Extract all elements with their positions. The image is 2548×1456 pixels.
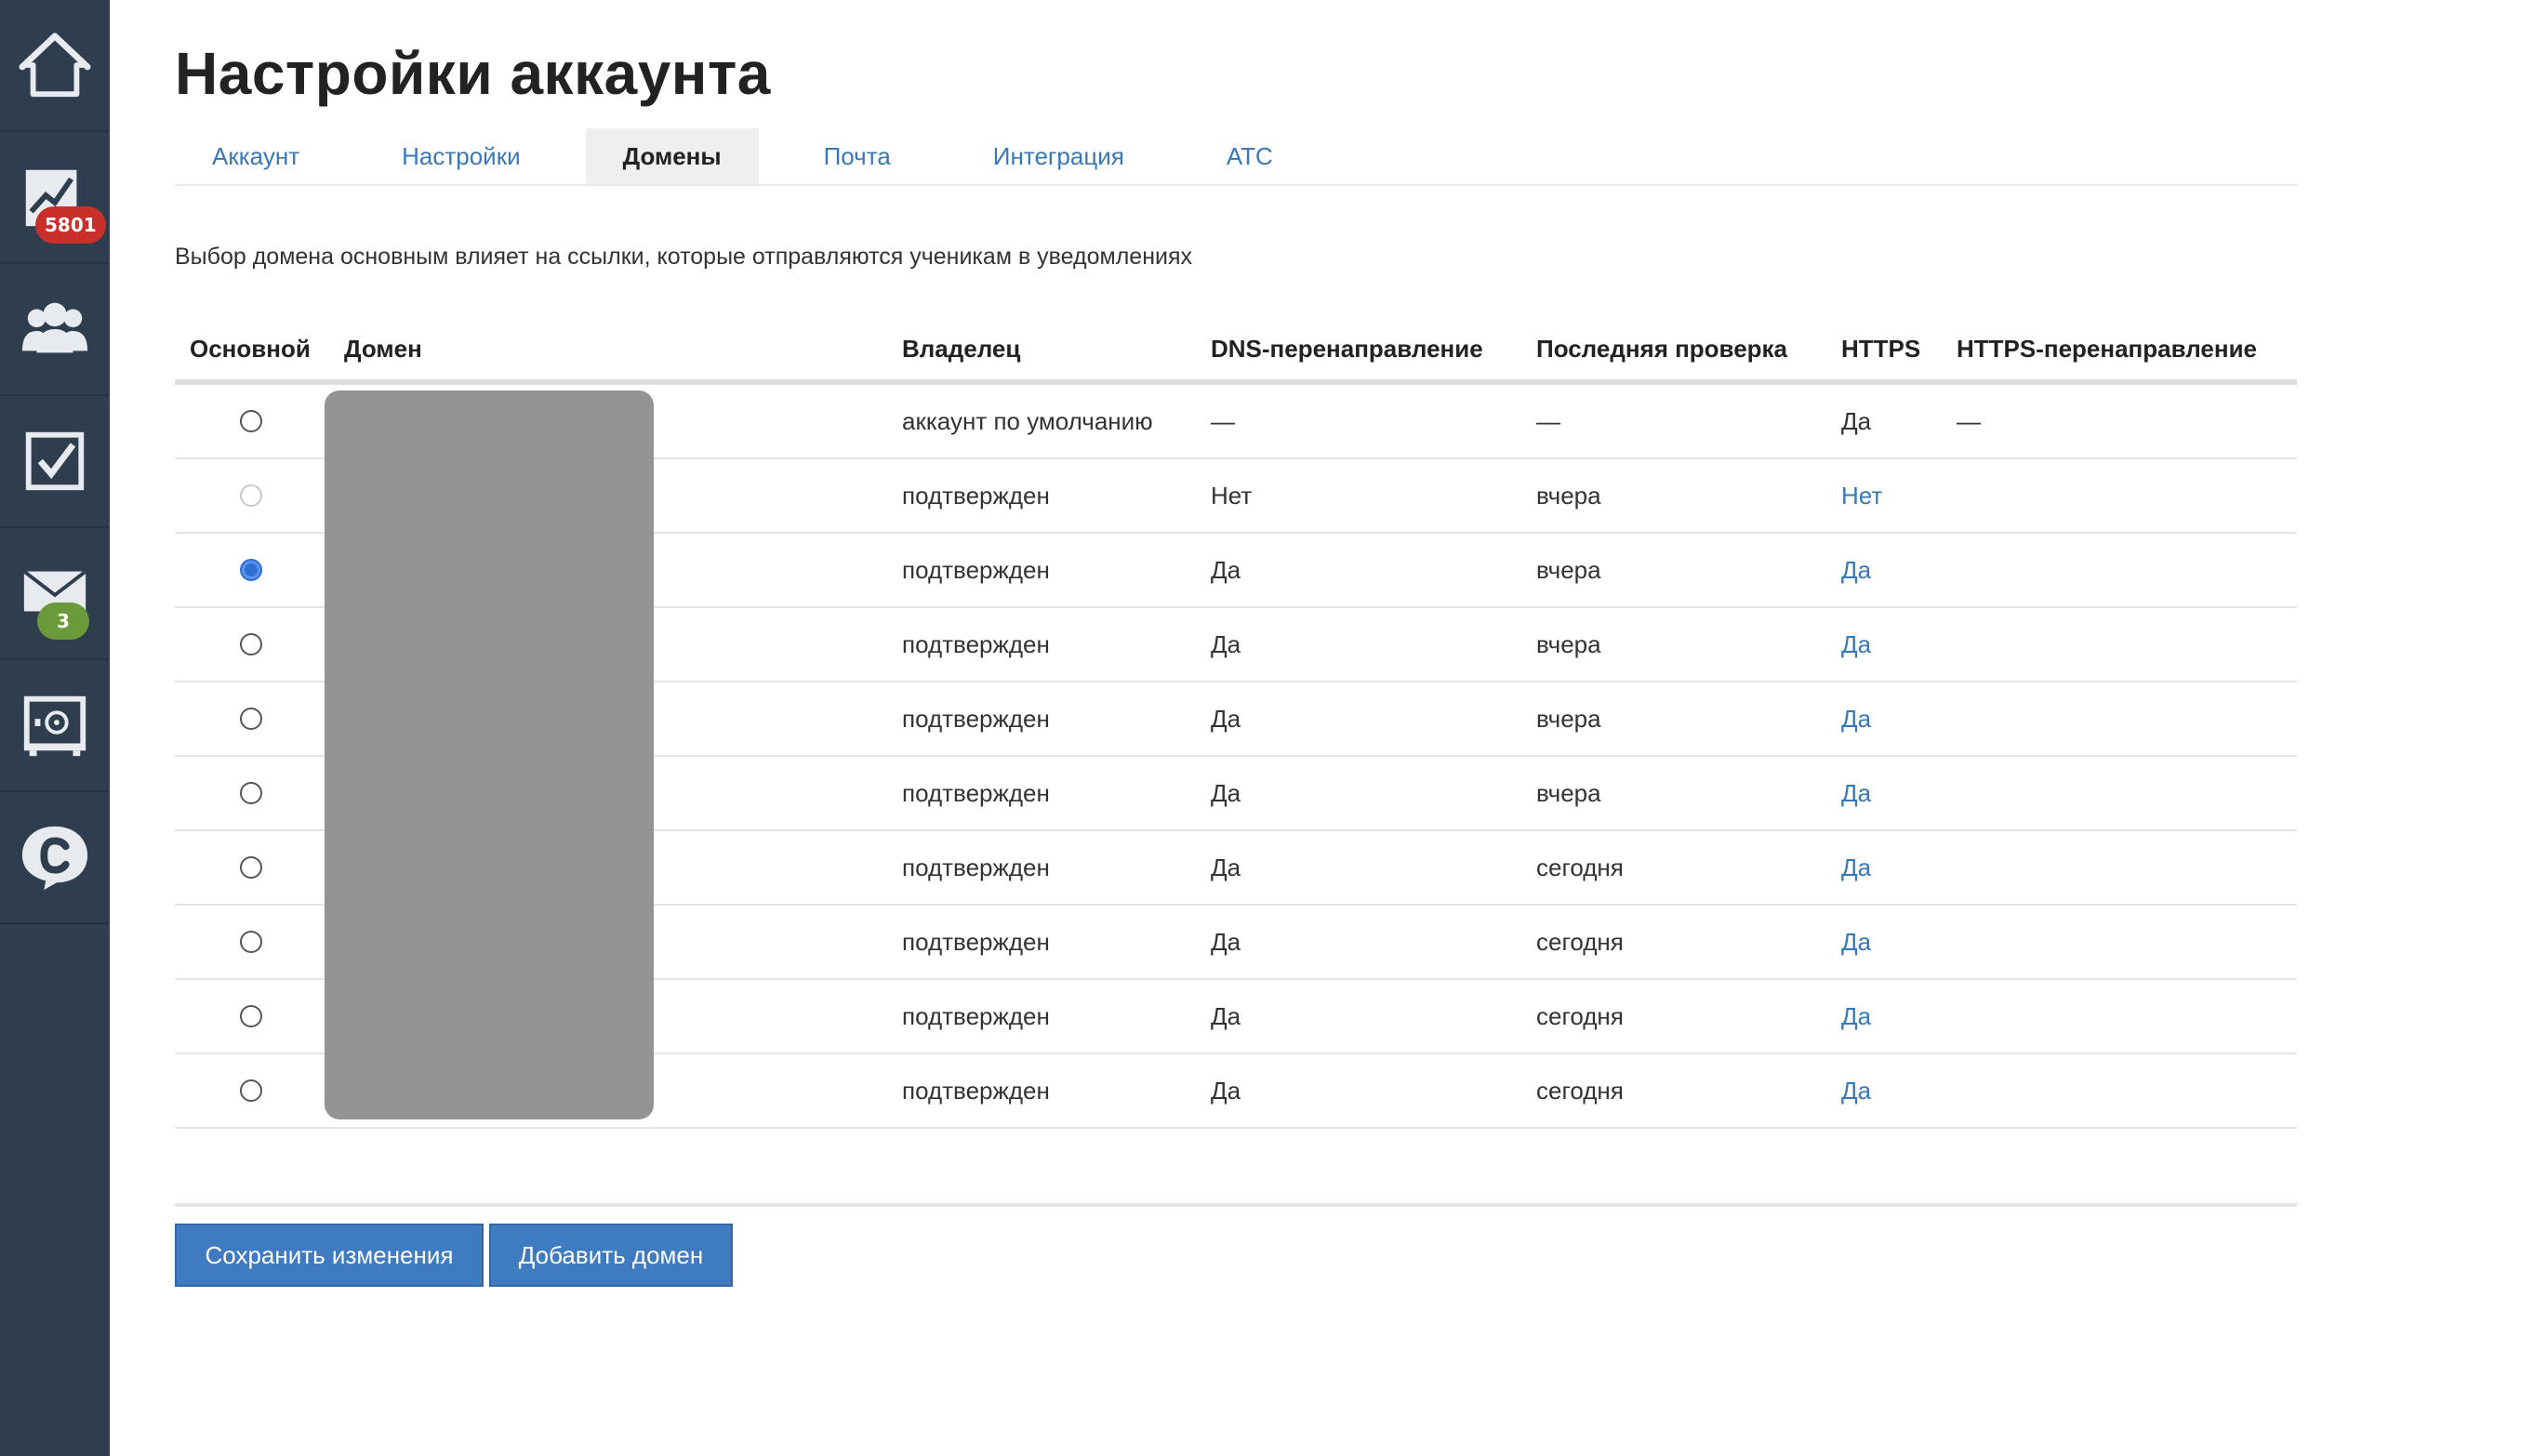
save-button[interactable]: Сохранить изменения	[175, 1224, 484, 1287]
header-last-check: Последняя проверка	[1536, 335, 1788, 363]
primary-radio[interactable]	[240, 1005, 262, 1027]
https-cell[interactable]: Нет	[1841, 482, 1882, 510]
sidebar-item-safe[interactable]	[0, 660, 110, 792]
last-check-cell: —	[1536, 407, 1560, 435]
primary-radio[interactable]	[240, 856, 262, 879]
https-cell[interactable]: Да	[1841, 854, 1871, 882]
https-cell[interactable]: Да	[1841, 630, 1871, 659]
last-check-cell: вчера	[1536, 482, 1601, 510]
dns-cell: Да	[1211, 705, 1241, 733]
https-cell[interactable]: Да	[1841, 1077, 1871, 1105]
owner-cell: аккаунт по умолчанию	[902, 407, 1153, 435]
last-check-cell: сегодня	[1536, 928, 1624, 956]
https-cell: Да	[1841, 407, 1872, 435]
tab-settings[interactable]: Настройки	[365, 128, 558, 184]
tab-mail[interactable]: Почта	[787, 128, 928, 184]
tab-account[interactable]: Аккаунт	[175, 128, 337, 184]
chat-icon	[21, 826, 88, 891]
home-icon	[19, 33, 91, 98]
dns-cell: Да	[1211, 1077, 1241, 1105]
header-dns: DNS-перенаправление	[1211, 335, 1483, 363]
checkbox-icon	[25, 431, 85, 491]
add-domain-button[interactable]: Добавить домен	[489, 1224, 733, 1287]
last-check-cell: вчера	[1536, 705, 1601, 733]
owner-cell: подтвержден	[902, 482, 1050, 510]
dns-cell: Нет	[1211, 482, 1253, 510]
primary-radio[interactable]	[240, 782, 262, 804]
header-primary: Основной	[190, 335, 311, 363]
https-cell[interactable]: Да	[1841, 1002, 1871, 1031]
dns-cell: Да	[1211, 854, 1241, 881]
sidebar: 5801 3	[0, 0, 110, 1456]
mail-badge: 3	[37, 602, 89, 640]
dns-cell: Да	[1211, 556, 1241, 584]
owner-cell: подтвержден	[902, 928, 1050, 956]
sidebar-item-users[interactable]	[0, 264, 110, 396]
footer-divider	[175, 1203, 2297, 1207]
tab-integration[interactable]: Интеграция	[956, 128, 1161, 184]
sidebar-item-home[interactable]	[0, 0, 110, 132]
safe-icon	[23, 695, 86, 757]
https-cell[interactable]: Да	[1841, 779, 1871, 808]
sidebar-item-mail[interactable]: 3	[0, 528, 110, 660]
https-cell[interactable]: Да	[1841, 556, 1871, 585]
tab-domains[interactable]: Домены	[585, 128, 759, 184]
owner-cell: подтвержден	[902, 854, 1050, 881]
https-cell[interactable]: Да	[1841, 705, 1871, 734]
owner-cell: подтвержден	[902, 1002, 1050, 1030]
header-https: HTTPS	[1841, 335, 1921, 363]
owner-cell: подтвержден	[902, 779, 1050, 807]
tab-pbx[interactable]: АТС	[1189, 128, 1310, 184]
header-https-redirect: HTTPS-перенаправление	[1957, 335, 2258, 363]
dns-cell: Да	[1211, 779, 1241, 807]
dns-cell: Да	[1211, 1002, 1241, 1030]
https-cell[interactable]: Да	[1841, 928, 1871, 957]
owner-cell: подтвержден	[902, 1077, 1050, 1105]
primary-radio[interactable]	[240, 633, 262, 655]
stats-badge: 5801	[35, 206, 106, 244]
primary-radio[interactable]	[240, 931, 262, 953]
page-title: Настройки аккаунта	[175, 40, 771, 107]
sidebar-item-tasks[interactable]	[0, 396, 110, 528]
owner-cell: подтвержден	[902, 630, 1050, 658]
last-check-cell: вчера	[1536, 630, 1601, 658]
sidebar-item-stats[interactable]: 5801	[0, 132, 110, 264]
last-check-cell: вчера	[1536, 556, 1601, 584]
owner-cell: подтвержден	[902, 556, 1050, 584]
primary-radio[interactable]	[240, 1079, 262, 1102]
https-redirect-cell: —	[1957, 407, 1981, 435]
last-check-cell: вчера	[1536, 779, 1601, 807]
header-domain: Домен	[344, 335, 422, 363]
primary-radio[interactable]	[240, 410, 262, 432]
dns-cell: Да	[1211, 630, 1241, 658]
last-check-cell: сегодня	[1536, 1077, 1624, 1105]
tabs: Аккаунт Настройки Домены Почта Интеграци…	[175, 128, 2297, 186]
domain-note: Выбор домена основным влияет на ссылки, …	[175, 244, 1193, 270]
last-check-cell: сегодня	[1536, 1002, 1624, 1030]
header-owner: Владелец	[902, 335, 1021, 363]
dns-cell: —	[1211, 407, 1235, 435]
dns-cell: Да	[1211, 928, 1241, 956]
sidebar-item-chat[interactable]	[0, 792, 110, 924]
primary-radio[interactable]	[240, 708, 262, 730]
redacted-domains	[325, 390, 654, 1119]
primary-radio	[240, 484, 262, 507]
last-check-cell: сегодня	[1536, 854, 1624, 881]
primary-radio[interactable]	[240, 559, 262, 581]
table-header: Основной Домен Владелец DNS-перенаправле…	[175, 316, 2297, 385]
users-icon	[21, 302, 88, 353]
owner-cell: подтвержден	[902, 705, 1050, 733]
